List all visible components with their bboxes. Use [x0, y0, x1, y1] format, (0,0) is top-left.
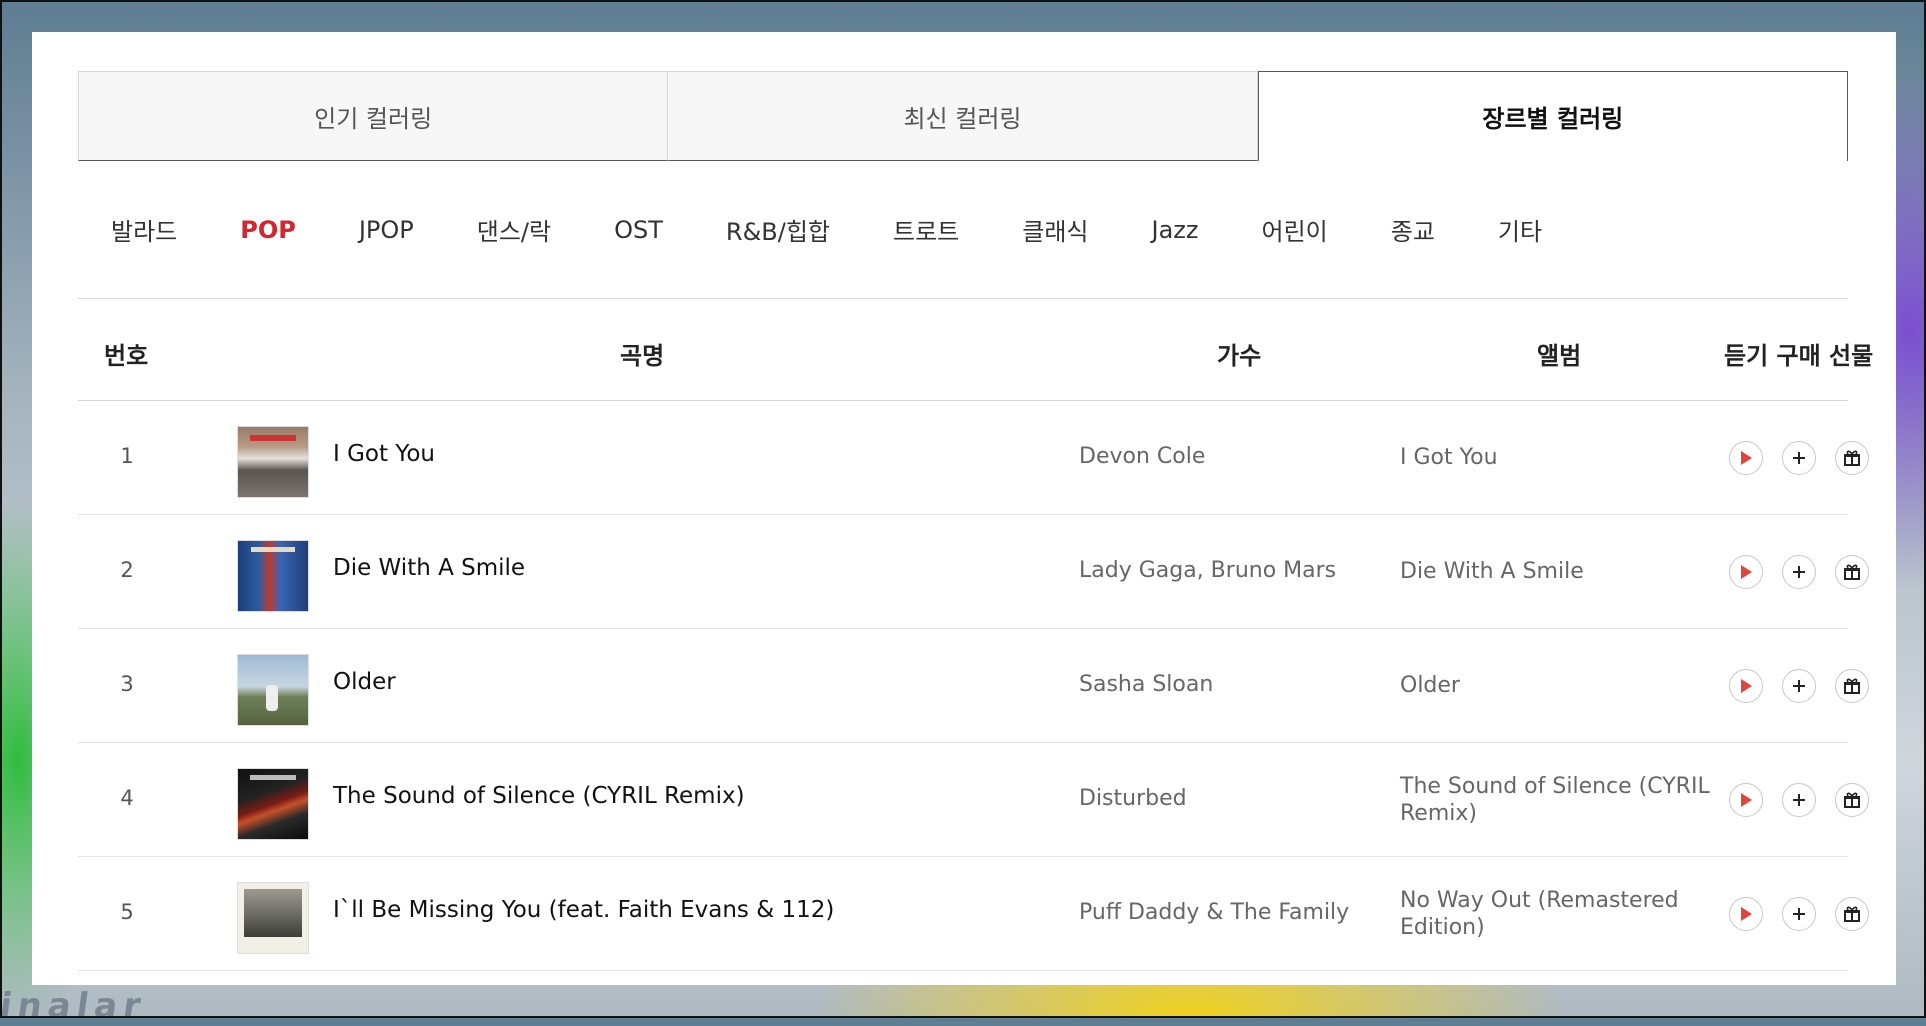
- genre-dance-rock[interactable]: 댄스/락: [477, 212, 551, 247]
- row-number: 3: [120, 672, 134, 696]
- play-icon: [1741, 679, 1752, 693]
- header-album: 앨범: [1537, 342, 1582, 370]
- listen-button[interactable]: [1729, 555, 1763, 589]
- album-name[interactable]: I Got You: [1400, 401, 1710, 514]
- row-number: 1: [120, 444, 134, 468]
- play-icon: [1741, 907, 1752, 921]
- genre-filter-bar: 발라드 POP JPOP 댄스/락 OST R&B/힙합 트로트 클래식 Jaz…: [78, 161, 1848, 299]
- genre-rnb-hiphop[interactable]: R&B/힙합: [726, 212, 830, 247]
- artist-name[interactable]: Disturbed: [1079, 786, 1187, 811]
- tab-latest[interactable]: 최신 컬러링: [668, 71, 1258, 161]
- album-cover: [237, 768, 309, 840]
- table-header: 번호 곡명 가수 앨범 듣기 구매 선물: [78, 300, 1873, 401]
- song-title[interactable]: Older: [333, 669, 396, 695]
- gift-button[interactable]: [1835, 555, 1869, 589]
- header-actions: 듣기 구매 선물: [1724, 342, 1874, 370]
- genre-jpop[interactable]: JPOP: [359, 216, 414, 244]
- artist-name[interactable]: Puff Daddy & The Family: [1079, 900, 1349, 925]
- background-watermark-text: inalar: [0, 986, 149, 1026]
- gift-icon: [1844, 678, 1860, 694]
- album-cover: [237, 882, 309, 954]
- song-list: 1 I Got You Devon Cole I Got You 2 Die W…: [78, 401, 1869, 985]
- artist-name[interactable]: Devon Cole: [1079, 444, 1205, 469]
- tab-popular[interactable]: 인기 컬러링: [78, 71, 669, 161]
- table-row: [78, 971, 1848, 985]
- play-icon: [1741, 451, 1752, 465]
- chart-tabs: 인기 컬러링 최신 컬러링 장르별 컬러링: [78, 71, 1848, 161]
- artist-name[interactable]: Lady Gaga, Bruno Mars: [1079, 558, 1336, 583]
- ringtone-panel: 인기 컬러링 최신 컬러링 장르별 컬러링 발라드 POP JPOP 댄스/락 …: [32, 32, 1896, 985]
- tab-genre[interactable]: 장르별 컬러링: [1257, 71, 1848, 161]
- album-name[interactable]: No Way Out (Remastered Edition): [1400, 857, 1710, 970]
- purchase-button[interactable]: [1782, 441, 1816, 475]
- purchase-button[interactable]: [1782, 897, 1816, 931]
- listen-button[interactable]: [1729, 897, 1763, 931]
- plus-icon: [1793, 794, 1805, 806]
- row-number: 5: [120, 900, 134, 924]
- album-name[interactable]: Die With A Smile: [1400, 515, 1710, 628]
- header-title: 곡명: [620, 342, 665, 370]
- table-row: 1 I Got You Devon Cole I Got You: [78, 401, 1869, 515]
- album-name[interactable]: Older: [1400, 629, 1710, 742]
- genre-pop[interactable]: POP: [240, 216, 296, 244]
- row-number: 4: [120, 786, 134, 810]
- purchase-button[interactable]: [1782, 783, 1816, 817]
- album-cover: [237, 540, 309, 612]
- listen-button[interactable]: [1729, 783, 1763, 817]
- gift-icon: [1844, 792, 1860, 808]
- purchase-button[interactable]: [1782, 555, 1816, 589]
- genre-ballad[interactable]: 발라드: [111, 212, 177, 247]
- listen-button[interactable]: [1729, 669, 1763, 703]
- genre-ost[interactable]: OST: [614, 216, 663, 244]
- album-cover: [237, 426, 309, 498]
- album-name[interactable]: The Sound of Silence (CYRIL Remix): [1400, 743, 1710, 856]
- gift-button[interactable]: [1835, 441, 1869, 475]
- plus-icon: [1793, 452, 1805, 464]
- header-artist: 가수: [1217, 342, 1262, 370]
- plus-icon: [1793, 908, 1805, 920]
- song-title[interactable]: The Sound of Silence (CYRIL Remix): [333, 783, 745, 809]
- genre-etc[interactable]: 기타: [1498, 212, 1542, 247]
- table-row: 3 Older Sasha Sloan Older: [78, 629, 1869, 743]
- artist-name[interactable]: Sasha Sloan: [1079, 672, 1213, 697]
- row-number: 2: [120, 558, 134, 582]
- plus-icon: [1793, 680, 1805, 692]
- purchase-button[interactable]: [1782, 669, 1816, 703]
- plus-icon: [1793, 566, 1805, 578]
- table-row: 5 I`ll Be Missing You (feat. Faith Evans…: [78, 857, 1869, 971]
- table-row: 2 Die With A Smile Lady Gaga, Bruno Mars…: [78, 515, 1869, 629]
- gift-button[interactable]: [1835, 897, 1869, 931]
- gift-icon: [1844, 450, 1860, 466]
- genre-jazz[interactable]: Jazz: [1152, 216, 1199, 244]
- play-icon: [1741, 793, 1752, 807]
- genre-trot[interactable]: 트로트: [893, 212, 959, 247]
- genre-religion[interactable]: 종교: [1391, 212, 1435, 247]
- song-title[interactable]: I Got You: [333, 441, 435, 467]
- gift-button[interactable]: [1835, 669, 1869, 703]
- gift-icon: [1844, 906, 1860, 922]
- gift-button[interactable]: [1835, 783, 1869, 817]
- album-cover: [237, 654, 309, 726]
- table-row: 4 The Sound of Silence (CYRIL Remix) Dis…: [78, 743, 1869, 857]
- genre-kids[interactable]: 어린이: [1261, 212, 1327, 247]
- song-title[interactable]: I`ll Be Missing You (feat. Faith Evans &…: [333, 897, 834, 923]
- listen-button[interactable]: [1729, 441, 1763, 475]
- song-title[interactable]: Die With A Smile: [333, 555, 525, 581]
- genre-classical[interactable]: 클래식: [1022, 212, 1088, 247]
- gift-icon: [1844, 564, 1860, 580]
- play-icon: [1741, 565, 1752, 579]
- header-number: 번호: [104, 342, 149, 370]
